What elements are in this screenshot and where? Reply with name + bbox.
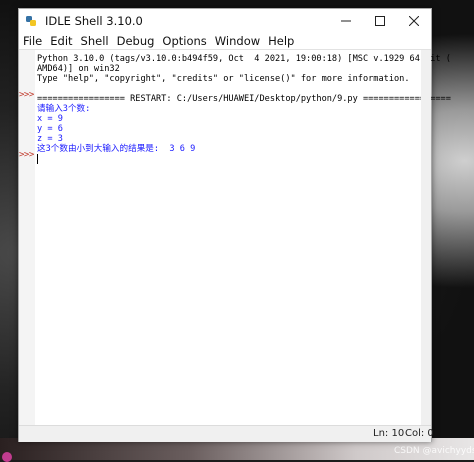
shell-output-line: 这3个数由小到大输入的结果是: 3 6 9 (37, 144, 196, 154)
menu-edit[interactable]: Edit (46, 33, 76, 49)
status-column-number: Col: 0 (405, 428, 434, 439)
shell-content-area[interactable]: >>> >>> Python 3.10.0 (tags/v3.10.0:b494… (19, 49, 451, 426)
maximize-icon (375, 16, 385, 26)
menu-bar: File Edit Shell Debug Options Window Hel… (19, 33, 431, 49)
watermark: CSDN @avichyyds (394, 446, 474, 456)
maximize-button[interactable] (363, 9, 397, 33)
shell-line-banner-2: AMD64)] on win32 (37, 64, 120, 74)
vertical-scrollbar[interactable] (421, 50, 431, 426)
menu-help[interactable]: Help (264, 33, 298, 49)
menu-file[interactable]: File (19, 33, 46, 49)
prompt-gutter: >>> >>> (19, 50, 35, 426)
shell-text[interactable]: Python 3.10.0 (tags/v3.10.0:b494f59, Oct… (37, 50, 451, 426)
close-icon (409, 16, 419, 26)
shell-line-restart: ================= RESTART: C:/Users/HUAW… (37, 94, 451, 104)
menu-options[interactable]: Options (158, 33, 210, 49)
minimize-button[interactable] (329, 9, 363, 33)
status-bar: Ln: 10 Col: 0 (19, 425, 434, 442)
idle-shell-window: IDLE Shell 3.10.0 File Edit Shell Debug … (18, 8, 451, 442)
text-cursor (37, 154, 38, 164)
shell-output-line: z = 3 (37, 134, 63, 144)
title-bar[interactable]: IDLE Shell 3.10.0 (19, 9, 431, 33)
window-title: IDLE Shell 3.10.0 (45, 14, 143, 28)
shell-output-line: x = 9 (37, 114, 63, 124)
shell-line-banner-1: Python 3.10.0 (tags/v3.10.0:b494f59, Oct… (37, 54, 451, 64)
python-app-icon (26, 16, 36, 26)
shell-prompt: >>> (19, 150, 34, 160)
menu-window[interactable]: Window (211, 33, 264, 49)
status-line-number: Ln: 10 (373, 428, 405, 439)
taskbar-dot-icon (2, 452, 12, 462)
menu-debug[interactable]: Debug (113, 33, 159, 49)
shell-output-line: y = 6 (37, 124, 63, 134)
shell-line-banner-3: Type "help", "copyright", "credits" or "… (37, 74, 410, 84)
close-button[interactable] (397, 9, 431, 33)
shell-output-line: 请输入3个数: (37, 104, 91, 114)
menu-shell[interactable]: Shell (77, 33, 113, 49)
minimize-icon (341, 20, 351, 22)
shell-prompt: >>> (19, 90, 34, 100)
